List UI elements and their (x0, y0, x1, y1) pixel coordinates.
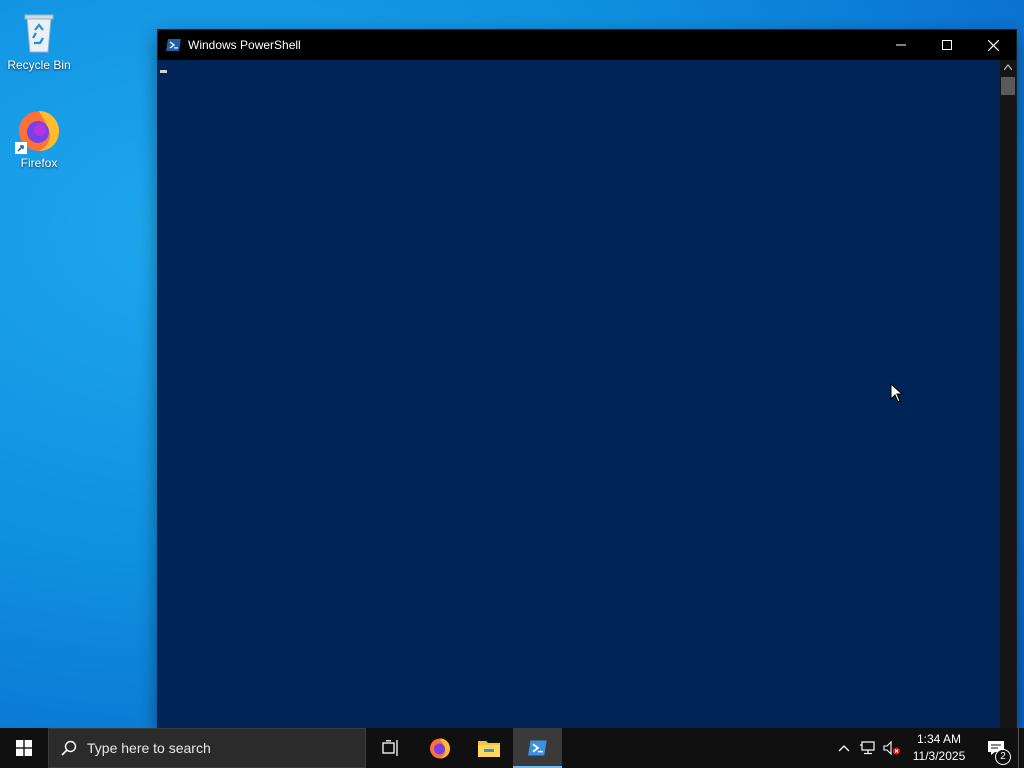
volume-button[interactable] (880, 728, 904, 768)
minimize-icon (896, 44, 906, 46)
task-view-icon (381, 740, 398, 756)
action-center-button[interactable]: 2 (974, 728, 1018, 768)
desktop-icon-label: Recycle Bin (7, 58, 71, 72)
scroll-thumb[interactable] (1001, 77, 1015, 95)
clock-date: 11/3/2025 (912, 749, 966, 763)
file-explorer-icon (477, 741, 500, 757)
chevron-up-icon (838, 745, 850, 752)
window-title: Windows PowerShell (188, 38, 301, 52)
taskbar-powershell-button[interactable] (513, 728, 562, 768)
powershell-window: Windows PowerShell (158, 30, 1016, 728)
minimize-button[interactable] (878, 30, 924, 60)
mouse-pointer-icon (890, 383, 904, 403)
notification-count-badge: 2 (995, 749, 1011, 765)
task-view-button[interactable] (366, 728, 415, 768)
maximize-icon (942, 40, 952, 50)
desktop-icon-firefox[interactable]: Firefox (1, 106, 77, 170)
network-icon (860, 741, 875, 755)
search-placeholder: Type here to search (87, 740, 211, 756)
vertical-scrollbar[interactable] (1000, 60, 1016, 728)
powershell-icon (166, 39, 181, 51)
start-button[interactable] (0, 728, 48, 768)
volume-muted-icon (883, 741, 900, 755)
clock-time: 1:34 AM (916, 732, 962, 746)
taskbar-firefox-button[interactable] (415, 728, 464, 768)
powershell-icon (527, 740, 547, 756)
network-button[interactable] (856, 728, 880, 768)
desktop-icon-label: Firefox (20, 156, 58, 170)
window-titlebar[interactable]: Windows PowerShell (158, 30, 1016, 60)
show-desktop-button[interactable] (1018, 728, 1024, 768)
taskbar: Type here to search 1:34 AM 11/3/2025 2 (0, 728, 1024, 768)
maximize-button[interactable] (924, 30, 970, 60)
desktop-icon-recycle-bin[interactable]: Recycle Bin (1, 8, 77, 72)
taskbar-search-box[interactable]: Type here to search (48, 728, 366, 768)
console-output-area[interactable] (158, 60, 1000, 728)
taskbar-file-explorer-button[interactable] (464, 728, 513, 768)
firefox-icon (15, 106, 63, 154)
show-hidden-icons-button[interactable] (832, 728, 856, 768)
close-icon (987, 39, 999, 51)
windows-logo-icon (16, 740, 32, 756)
firefox-icon (429, 738, 450, 759)
recycle-bin-icon (15, 8, 63, 56)
close-button[interactable] (970, 30, 1016, 60)
shortcut-arrow-icon (15, 142, 27, 154)
scroll-up-arrow-icon[interactable] (1004, 64, 1012, 70)
system-tray: 1:34 AM 11/3/2025 2 (832, 728, 1024, 768)
text-cursor (160, 70, 167, 73)
search-icon (61, 740, 77, 756)
taskbar-clock[interactable]: 1:34 AM 11/3/2025 (904, 731, 974, 765)
